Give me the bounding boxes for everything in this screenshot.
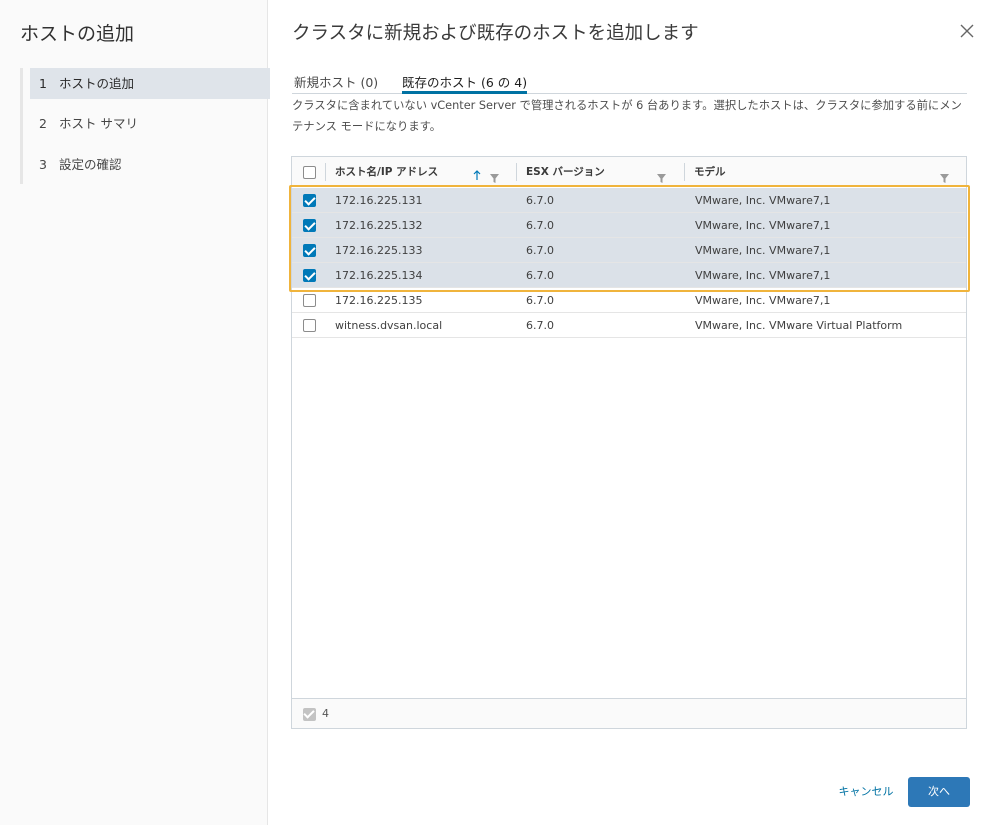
row-checkbox[interactable] [303, 219, 316, 232]
table-row[interactable]: 172.16.225.132 6.7.0 VMware, Inc. VMware… [292, 213, 966, 238]
table-row[interactable]: witness.dvsan.local 6.7.0 VMware, Inc. V… [292, 313, 966, 338]
host-cell: 172.16.225.134 [335, 269, 423, 282]
step-number: 1 [39, 76, 47, 91]
version-cell: 6.7.0 [526, 294, 554, 307]
selected-count-icon [303, 708, 316, 721]
table-row[interactable]: 172.16.225.131 6.7.0 VMware, Inc. VMware… [292, 188, 966, 213]
step-number: 2 [39, 116, 47, 131]
model-cell: VMware, Inc. VMware7,1 [695, 269, 831, 282]
grid-header: ホスト名/IP アドレス ESX バージョン モデル [292, 157, 966, 187]
wizard-nav: ホストの追加 1 ホストの追加 2 ホスト サマリ 3 設定の確認 [0, 0, 270, 825]
table-row[interactable]: 172.16.225.135 6.7.0 VMware, Inc. VMware… [292, 288, 966, 313]
column-header-host[interactable]: ホスト名/IP アドレス [335, 157, 438, 187]
version-cell: 6.7.0 [526, 194, 554, 207]
filter-icon[interactable] [490, 168, 499, 183]
column-header-model[interactable]: モデル [694, 157, 726, 187]
filter-icon[interactable] [940, 168, 949, 183]
row-checkbox[interactable] [303, 294, 316, 307]
table-row[interactable]: 172.16.225.134 6.7.0 VMware, Inc. VMware… [292, 263, 966, 288]
step-label: 設定の確認 [58, 157, 122, 172]
close-icon[interactable] [958, 22, 976, 40]
row-checkbox[interactable] [303, 319, 316, 332]
host-cell: 172.16.225.132 [335, 219, 423, 232]
column-separator [684, 163, 685, 181]
column-separator [325, 163, 326, 181]
step-host-summary[interactable]: 2 ホスト サマリ [30, 108, 270, 139]
model-cell: VMware, Inc. VMware7,1 [695, 219, 831, 232]
step-add-host[interactable]: 1 ホストの追加 [30, 68, 270, 99]
tab-existing-hosts[interactable]: 既存のホスト (6 の 4) [402, 72, 528, 94]
column-separator [516, 163, 517, 181]
grid-footer: 4 [292, 698, 966, 728]
row-checkbox[interactable] [303, 194, 316, 207]
host-tabs: 新規ホスト (0) 既存のホスト (6 の 4) [292, 70, 967, 94]
wizard-title: ホストの追加 [20, 23, 135, 45]
model-cell: VMware, Inc. VMware7,1 [695, 294, 831, 307]
row-checkbox[interactable] [303, 269, 316, 282]
step-review-settings[interactable]: 3 設定の確認 [30, 149, 270, 180]
selected-count: 4 [322, 707, 329, 720]
host-cell: 172.16.225.131 [335, 194, 423, 207]
version-cell: 6.7.0 [526, 219, 554, 232]
row-checkbox[interactable] [303, 244, 316, 257]
step-label: ホスト サマリ [58, 116, 138, 131]
host-cell: 172.16.225.135 [335, 294, 423, 307]
version-cell: 6.7.0 [526, 319, 554, 332]
host-cell: 172.16.225.133 [335, 244, 423, 257]
host-cell: witness.dvsan.local [335, 319, 443, 332]
select-all-checkbox[interactable] [303, 166, 316, 179]
column-header-version[interactable]: ESX バージョン [526, 157, 605, 187]
step-label: ホストの追加 [58, 76, 134, 91]
next-button[interactable]: 次へ [908, 777, 970, 807]
filter-icon[interactable] [657, 168, 666, 183]
sort-ascending-icon[interactable] [473, 166, 481, 180]
description-text: クラスタに含まれていない vCenter Server で管理されるホストが 6… [292, 99, 962, 133]
wizard-steps: 1 ホストの追加 2 ホスト サマリ 3 設定の確認 [20, 68, 270, 184]
version-cell: 6.7.0 [526, 244, 554, 257]
model-cell: VMware, Inc. VMware7,1 [695, 194, 831, 207]
version-cell: 6.7.0 [526, 269, 554, 282]
model-cell: VMware, Inc. VMware7,1 [695, 244, 831, 257]
step-number: 3 [39, 157, 47, 172]
tab-new-hosts[interactable]: 新規ホスト (0) [294, 72, 378, 94]
table-row[interactable]: 172.16.225.133 6.7.0 VMware, Inc. VMware… [292, 238, 966, 263]
hosts-grid: ホスト名/IP アドレス ESX バージョン モデル 172.16.225.13… [291, 156, 967, 729]
add-host-wizard: ホストの追加 1 ホストの追加 2 ホスト サマリ 3 設定の確認 クラスタに新… [0, 0, 990, 825]
page-title: クラスタに新規および既存のホストを追加します [292, 23, 699, 44]
model-cell: VMware, Inc. VMware Virtual Platform [695, 319, 903, 332]
cancel-button[interactable]: キャンセル [826, 777, 906, 807]
